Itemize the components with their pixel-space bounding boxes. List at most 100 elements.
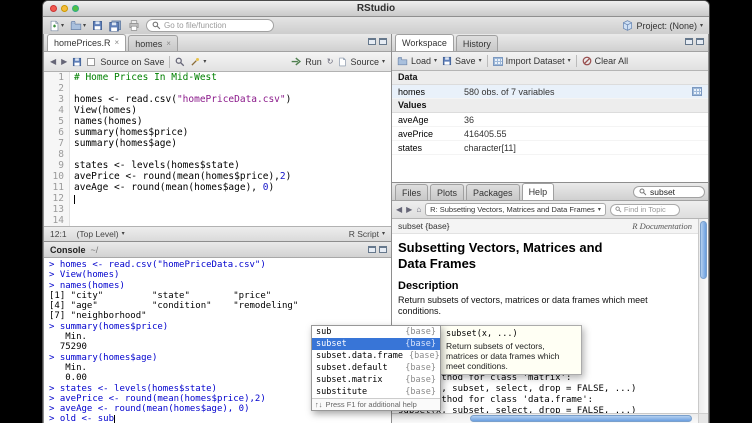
code-line[interactable]: 3homes <- read.csv("homePriceData.csv")	[44, 94, 391, 105]
source-button[interactable]: Source ▾	[338, 57, 385, 67]
find-replace-icon[interactable]	[175, 57, 185, 67]
autocomplete-item-substitute[interactable]: substitute{base}	[312, 386, 440, 398]
code-line[interactable]: 12	[44, 193, 391, 204]
tab-plots[interactable]: Plots	[430, 184, 464, 200]
code-line[interactable]: 7summary(homes$age)	[44, 138, 391, 149]
maximize-pane-icon[interactable]	[696, 38, 704, 45]
completion-name: subset.data.frame	[316, 350, 403, 362]
code-line[interactable]: 13	[44, 204, 391, 215]
code-line[interactable]: 5names(homes)	[44, 116, 391, 127]
code-line[interactable]: 4View(homes)	[44, 105, 391, 116]
print-button[interactable]	[128, 20, 140, 31]
completion-package: {base}	[405, 362, 436, 374]
forward-icon[interactable]: ▶	[61, 57, 67, 66]
import-dataset-button[interactable]: Import Dataset ▾	[493, 56, 571, 66]
letterbox-background: RStudio ▾ ▾ Go to file/function	[0, 0, 752, 423]
pane-controls	[368, 38, 387, 45]
forward-icon[interactable]: ▶	[406, 205, 412, 214]
tab-label: homes	[135, 39, 162, 49]
tab-files[interactable]: Files	[395, 184, 428, 200]
find-in-topic-input[interactable]: Find in Topic	[610, 204, 680, 216]
code-line[interactable]: 8	[44, 149, 391, 160]
source-on-save-checkbox[interactable]	[87, 58, 95, 66]
workspace-item-states[interactable]: statescharacter[11]	[392, 141, 708, 155]
completion-name: sub	[316, 326, 331, 338]
run-button[interactable]: Run	[291, 57, 322, 67]
code-line[interactable]: 11aveAge <- round(mean(homes$age), 0)	[44, 182, 391, 193]
maximize-pane-icon[interactable]	[379, 38, 387, 45]
close-tab-icon[interactable]: ×	[115, 39, 120, 47]
save-workspace-button[interactable]: Save ▾	[442, 56, 482, 66]
code-line[interactable]: 1# Home Prices In Mid-West	[44, 72, 391, 83]
back-icon[interactable]: ◀	[396, 205, 402, 214]
workspace-item-homes[interactable]: homes580 obs. of 7 variables	[392, 85, 708, 99]
back-icon[interactable]: ◀	[50, 57, 56, 66]
code-line[interactable]: 10avePrice <- round(mean(homes$price),2)	[44, 171, 391, 182]
autocomplete-item-subset.matrix[interactable]: subset.matrix{base}	[312, 374, 440, 386]
tab-history[interactable]: History	[456, 35, 498, 51]
code-line[interactable]: 14	[44, 215, 391, 226]
autocomplete-item-subset.data.frame[interactable]: subset.data.frame{base}	[312, 350, 440, 362]
help-horizontal-scrollbar[interactable]	[392, 413, 698, 423]
minimize-window-button[interactable]	[61, 5, 68, 12]
line-number: 6	[44, 127, 70, 138]
autocomplete-item-subset.default[interactable]: subset.default{base}	[312, 362, 440, 374]
open-file-button[interactable]: ▾	[70, 20, 86, 31]
workspace-item-avePrice[interactable]: avePrice416405.55	[392, 127, 708, 141]
goto-file-input[interactable]: Go to file/function	[146, 19, 274, 32]
clear-all-label: Clear All	[595, 56, 629, 66]
new-file-button[interactable]: ▾	[49, 20, 64, 32]
help-topic-dropdown[interactable]: R: Subsetting Vectors, Matrices and Data…	[425, 203, 606, 216]
autocomplete-item-sub[interactable]: sub{base}	[312, 326, 440, 338]
data-frame-icon[interactable]	[692, 87, 702, 96]
open-folder-icon	[397, 56, 408, 66]
clear-all-button[interactable]: Clear All	[582, 56, 629, 66]
variable-value: 416405.55	[464, 129, 702, 139]
tab-help[interactable]: Help	[522, 183, 555, 200]
save-button[interactable]	[92, 20, 103, 31]
code-tools-button[interactable]: ▾	[190, 57, 206, 67]
home-icon[interactable]: ⌂	[416, 205, 421, 214]
line-number: 5	[44, 116, 70, 127]
help-toolbar: ◀ ▶ ⌂ R: Subsetting Vectors, Matrices an…	[392, 201, 708, 219]
titlebar[interactable]: RStudio	[43, 1, 709, 17]
minimize-pane-icon[interactable]	[685, 38, 693, 45]
zoom-window-button[interactable]	[72, 5, 79, 12]
autocomplete-popup[interactable]: sub{base}subset{base}subset.data.frame{b…	[311, 325, 441, 411]
help-vertical-scrollbar[interactable]	[698, 219, 708, 413]
tab-packages[interactable]: Packages	[466, 184, 520, 200]
workspace-section-header: Data	[392, 71, 708, 85]
tab-homes[interactable]: homes ×	[128, 35, 178, 51]
save-icon[interactable]	[72, 57, 82, 67]
code-line[interactable]: 9states <- levels(homes$state)	[44, 160, 391, 171]
scope-selector[interactable]: (Top Level) ▾	[77, 229, 125, 239]
editor-code[interactable]: 1# Home Prices In Mid-West23homes <- rea…	[44, 72, 391, 226]
variable-value: 36	[464, 115, 702, 125]
chevron-down-icon: ▾	[434, 58, 437, 64]
new-file-icon	[49, 20, 60, 32]
close-tab-icon[interactable]: ×	[166, 40, 171, 48]
minimize-pane-icon[interactable]	[368, 246, 376, 253]
tab-homeprices-r[interactable]: homePrices.R×	[47, 34, 126, 51]
completion-package: {base}	[405, 338, 436, 350]
minimize-pane-icon[interactable]	[368, 38, 376, 45]
code-line[interactable]: 2	[44, 83, 391, 94]
close-window-button[interactable]	[50, 5, 57, 12]
file-type-selector[interactable]: R Script ▾	[349, 229, 385, 239]
rerun-icon[interactable]: ↻	[327, 57, 334, 66]
tab-workspace[interactable]: Workspace	[395, 34, 454, 51]
project-menu[interactable]: Project: (None) ▾	[622, 20, 703, 31]
scrollbar-thumb[interactable]	[700, 221, 707, 279]
workspace-item-aveAge[interactable]: aveAge36	[392, 113, 708, 127]
completion-name: substitute	[316, 386, 367, 398]
maximize-pane-icon[interactable]	[379, 246, 387, 253]
text-cursor	[74, 195, 75, 204]
code-line[interactable]: 6summary(homes$price)	[44, 127, 391, 138]
scrollbar-thumb[interactable]	[470, 415, 692, 422]
find-in-topic-placeholder: Find in Topic	[624, 205, 666, 214]
variable-value: 580 obs. of 7 variables	[464, 87, 692, 97]
load-workspace-button[interactable]: Load ▾	[397, 56, 437, 66]
save-all-button[interactable]	[109, 20, 122, 32]
help-search-input[interactable]: subset	[633, 186, 705, 198]
autocomplete-item-subset[interactable]: subset{base}	[312, 338, 440, 350]
